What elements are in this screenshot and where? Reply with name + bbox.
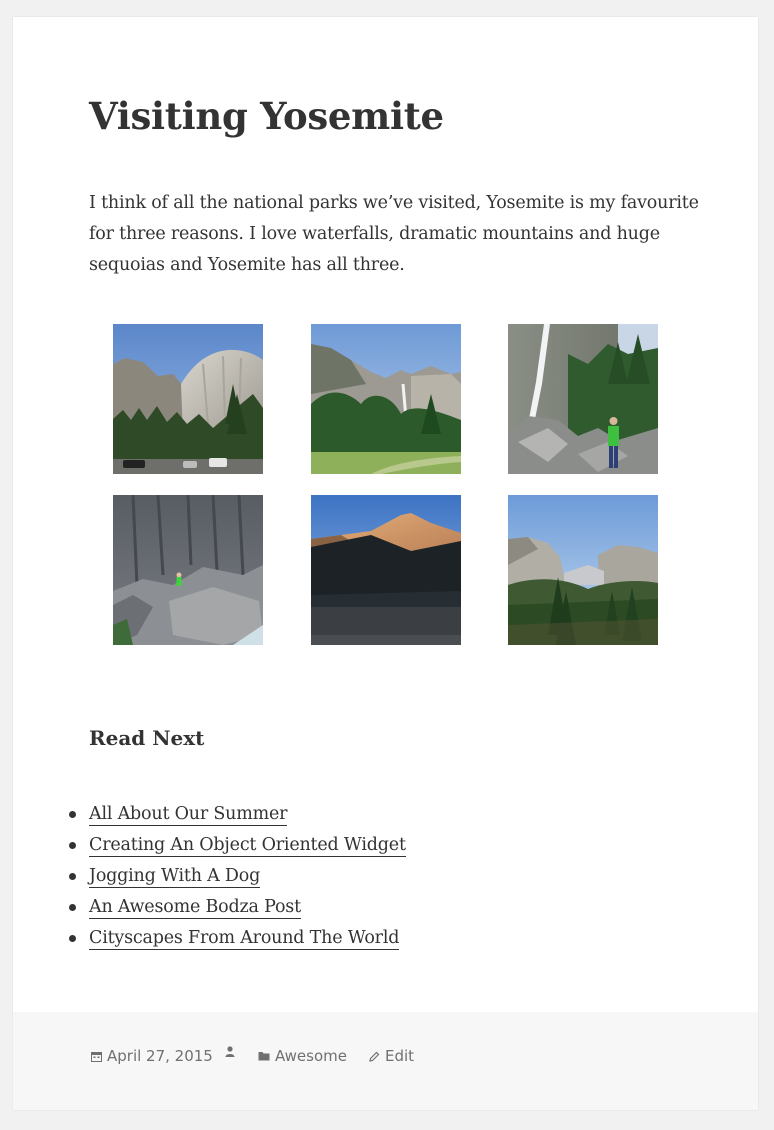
post-title: Visiting Yosemite <box>89 94 444 138</box>
calendar-icon <box>91 1051 102 1062</box>
waterfall-hiker-photo <box>508 324 658 474</box>
rock-wall-climber-photo <box>113 495 263 645</box>
sunset-peak-photo <box>311 495 461 645</box>
read-next-link[interactable]: Jogging With A Dog <box>89 866 260 888</box>
list-item: All About Our Summer <box>69 799 406 830</box>
list-item: An Awesome Bodza Post <box>69 892 406 923</box>
post-date-link[interactable]: April 27, 2015 <box>107 1046 213 1066</box>
category-link[interactable]: Awesome <box>275 1046 347 1066</box>
granite-cliff-photo <box>113 324 263 474</box>
byline <box>225 1046 240 1057</box>
person-icon[interactable] <box>225 1046 235 1057</box>
gallery-image-sunset-peak[interactable] <box>311 495 461 645</box>
list-item: Creating An Object Oriented Widget <box>69 830 406 861</box>
list-item: Jogging With A Dog <box>69 861 406 892</box>
post-meta-footer: April 27, 2015 Awesome Edit <box>13 1012 758 1110</box>
read-next-heading: Read Next <box>89 726 205 750</box>
read-next-link[interactable]: All About Our Summer <box>89 804 288 826</box>
edit-link[interactable]: Edit <box>385 1046 414 1066</box>
gallery-image-granite-cliff[interactable] <box>113 324 263 474</box>
folder-icon <box>258 1052 270 1061</box>
posted-on: April 27, 2015 <box>91 1046 213 1066</box>
gallery-image-tunnel-view[interactable] <box>508 495 658 645</box>
gallery-image-waterfall-hiker[interactable] <box>508 324 658 474</box>
gallery-image-valley-waterfall[interactable] <box>311 324 461 474</box>
post-intro: I think of all the national parks we’ve … <box>89 193 699 275</box>
read-next-link[interactable]: Creating An Object Oriented Widget <box>89 835 406 857</box>
cat-links: Awesome <box>258 1046 347 1066</box>
valley-waterfall-photo <box>311 324 461 474</box>
pencil-icon <box>369 1051 380 1062</box>
read-next-list: All About Our Summer Creating An Object … <box>69 799 406 954</box>
edit-link-wrap: Edit <box>369 1046 414 1066</box>
tunnel-view-photo <box>508 495 658 645</box>
read-next-link[interactable]: Cityscapes From Around The World <box>89 928 399 950</box>
list-item: Cityscapes From Around The World <box>69 923 406 954</box>
gallery-image-rock-wall[interactable] <box>113 495 263 645</box>
post-card: Visiting Yosemite I think of all the nat… <box>13 17 758 1110</box>
read-next-link[interactable]: An Awesome Bodza Post <box>89 897 301 919</box>
